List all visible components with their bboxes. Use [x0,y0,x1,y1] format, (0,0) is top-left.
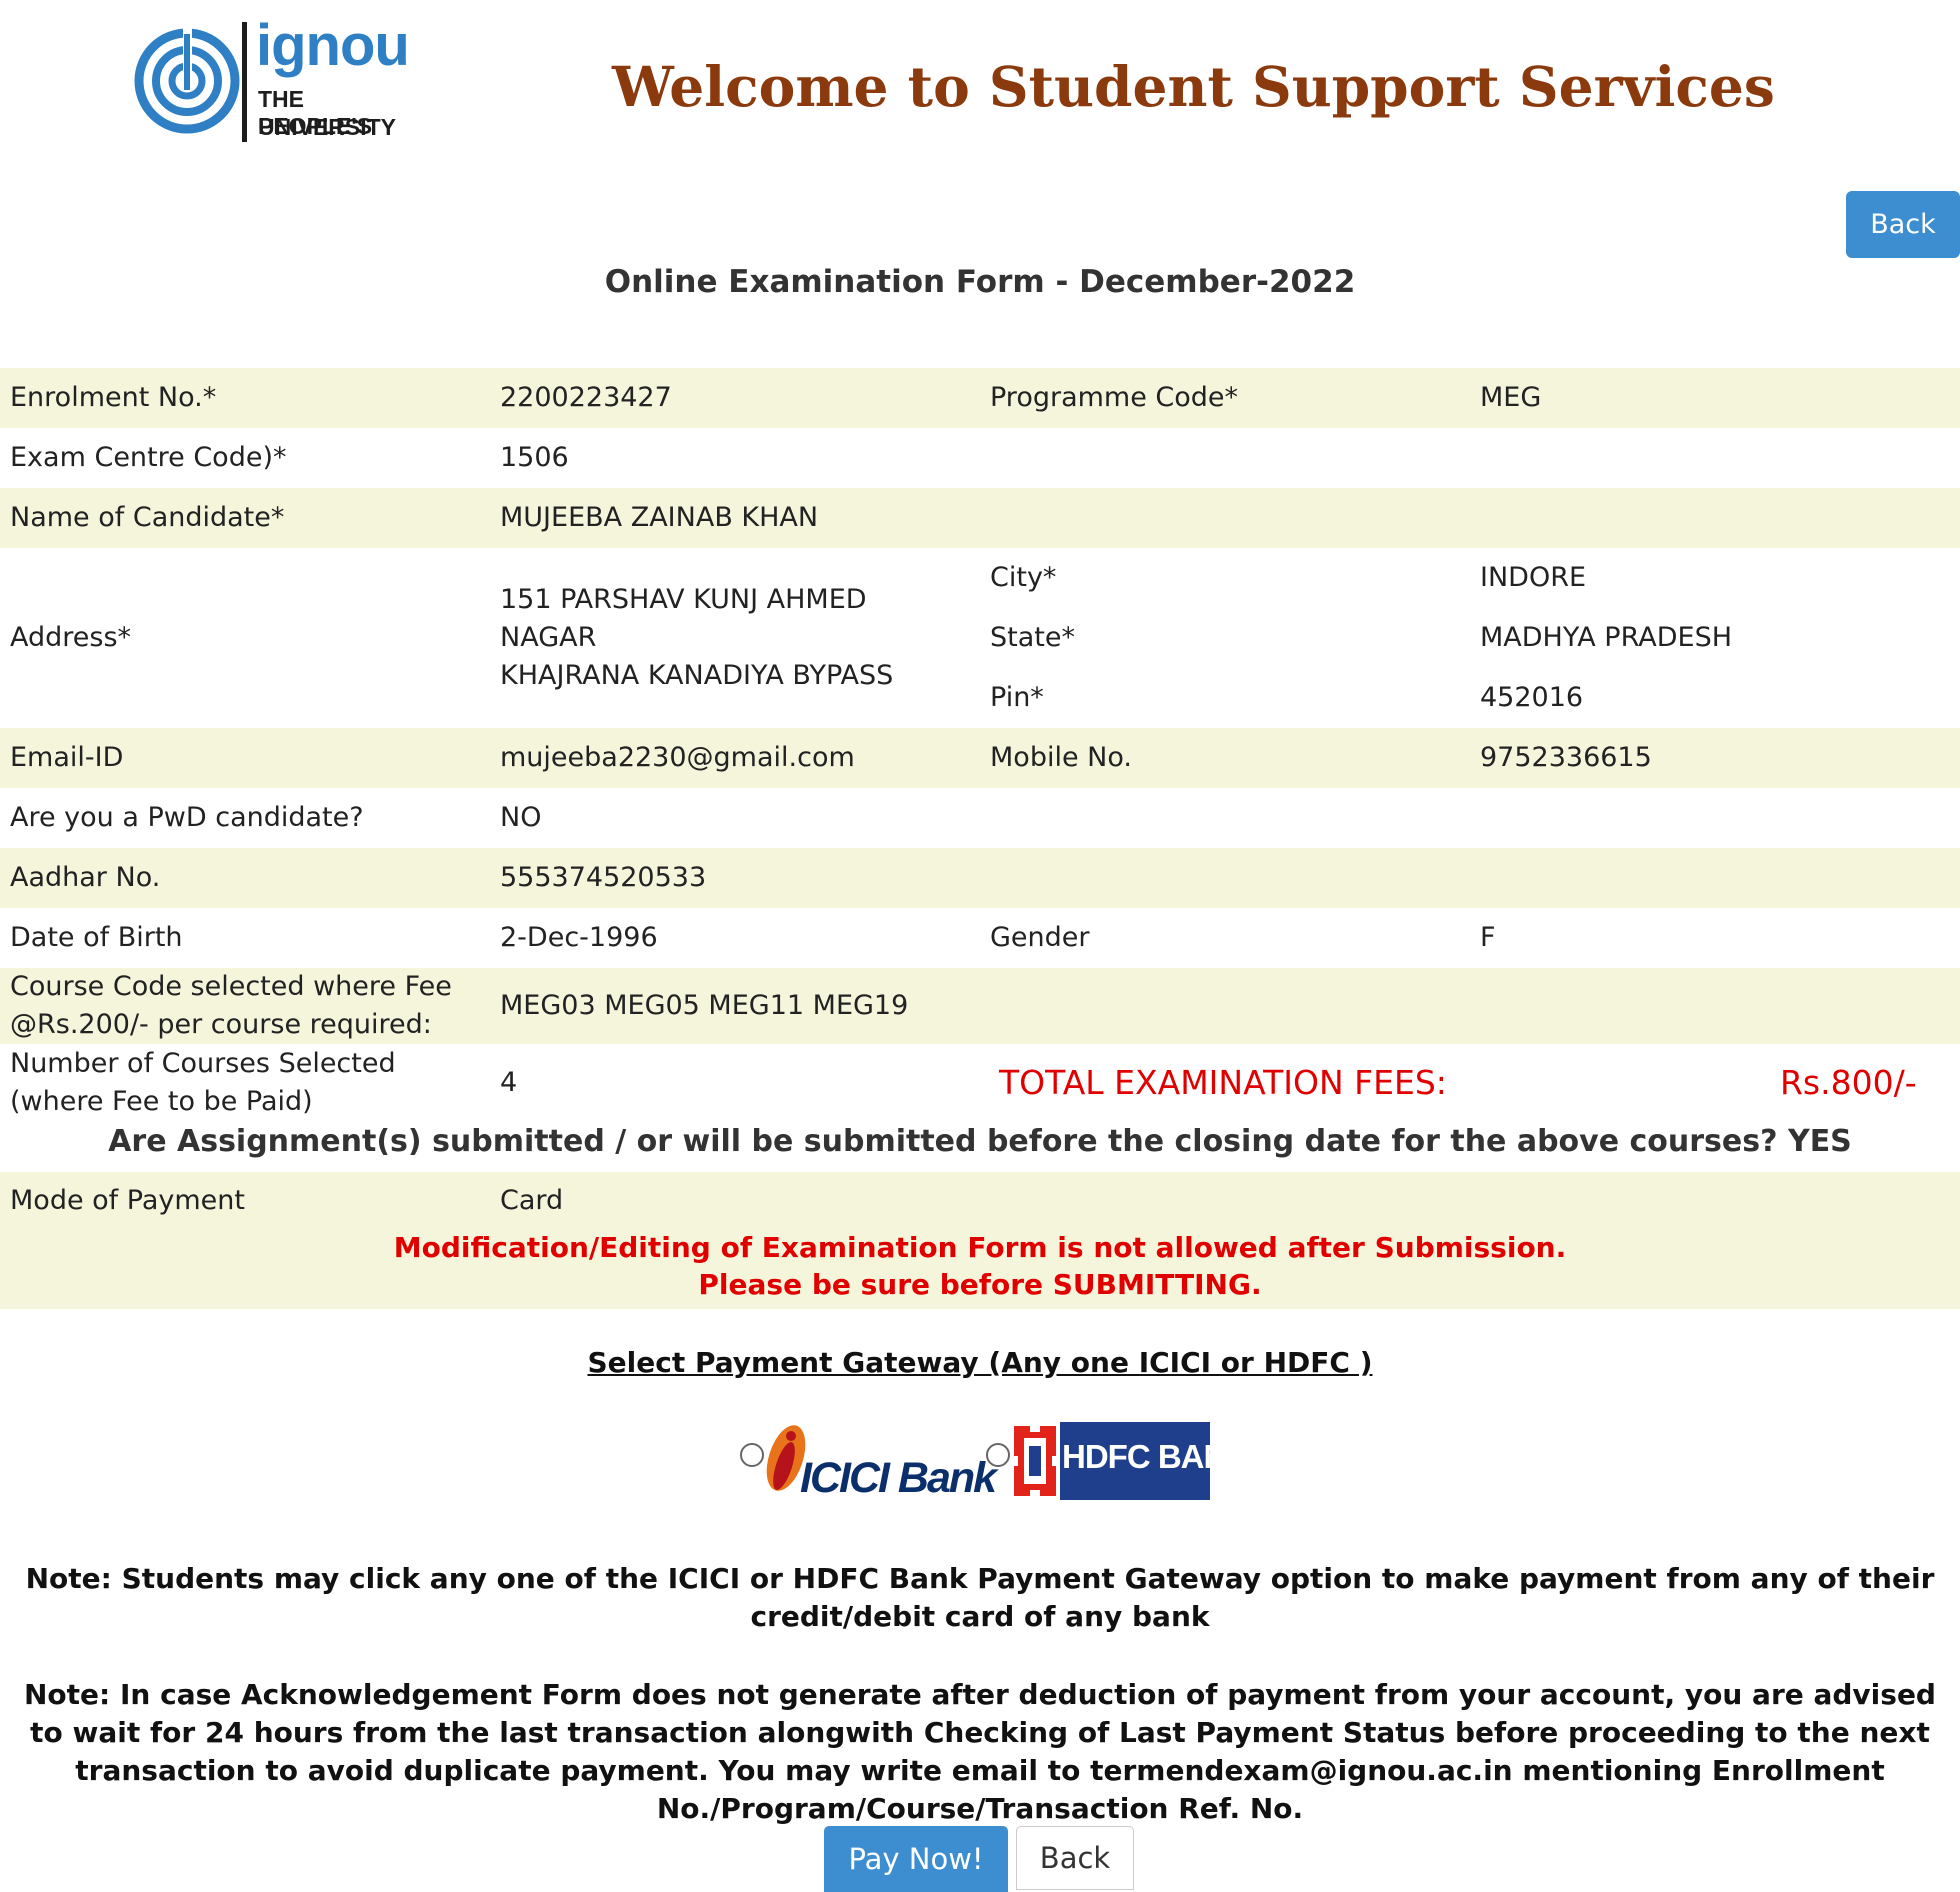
row-enrolment: Enrolment No.* 2200223427 Programme Code… [0,368,1960,428]
mobile-label: Mobile No. [990,742,1132,773]
pin-row: Pin* 452016 [990,668,1960,728]
warning-line-2: Please be sure before SUBMITTING. [698,1268,1262,1301]
num-courses-label-line-2: (where Fee to be Paid) [10,1086,313,1117]
gender-value: F [1480,922,1496,953]
ignou-logo: ignou THE PEOPLE'S UNIVERSITY [132,13,410,146]
pwd-label: Are you a PwD candidate? [10,802,364,833]
submission-warning: Modification/Editing of Examination Form… [0,1229,1960,1309]
candidate-name-value: MUJEEBA ZAINAB KHAN [500,502,819,533]
logo-divider [242,22,247,142]
payment-mode-label: Mode of Payment [10,1184,245,1216]
total-fees-value: Rs.800/- [1780,1063,1917,1102]
candidate-name-label: Name of Candidate* [10,502,285,533]
pin-label: Pin* [990,682,1044,713]
num-courses-value: 4 [500,1067,518,1098]
address-line-2: NAGAR [500,622,597,653]
pwd-value: NO [500,802,542,833]
form-title: Online Examination Form - December-2022 [604,264,1356,300]
address-label: Address* [10,622,132,653]
state-value: MADHYA PRADESH [1480,622,1733,653]
course-codes-label: Course Code selected where Fee @Rs.200/-… [10,968,490,1044]
course-codes-label-line-1: Course Code selected where Fee [10,971,452,1002]
course-codes-label-line-2: @Rs.200/- per course required: [10,1009,432,1040]
dob-label: Date of Birth [10,922,183,953]
back-button-bottom[interactable]: Back [1016,1826,1134,1890]
course-codes-value: MEG03 MEG05 MEG11 MEG19 [500,990,909,1021]
address-line-1: 151 PARSHAV KUNJ AHMED [500,584,867,615]
icici-wordmark: ICICI Bank [800,1454,997,1502]
logo-wordmark: ignou [256,13,410,78]
city-row: City* INDORE [990,548,1960,608]
aadhar-label: Aadhar No. [10,862,161,893]
row-aadhar: Aadhar No. 555374520533 [0,848,1960,908]
row-course-codes: Course Code selected where Fee @Rs.200/-… [0,968,1960,1044]
row-payment-mode: Mode of Payment Card [0,1172,1960,1229]
row-address: Address* 151 PARSHAV KUNJ AHMED NAGAR KH… [0,548,1960,728]
row-email: Email-ID mujeeba2230@gmail.com Mobile No… [0,728,1960,788]
row-number-of-courses: Number of Courses Selected (where Fee to… [0,1044,1960,1122]
logo-tagline-2: UNIVERSITY [258,114,397,140]
candidate-details-table: Enrolment No.* 2200223427 Programme Code… [0,368,1960,1122]
icici-bank-logo[interactable]: ICICI Bank [760,1418,997,1506]
hdfc-wordmark: HDFC BANK [1062,1438,1250,1475]
num-courses-label: Number of Courses Selected (where Fee to… [10,1044,490,1122]
warning-line-1: Modification/Editing of Examination Form… [393,1231,1567,1264]
programme-code-label: Programme Code* [990,382,1239,413]
address-line-3: KHAJRANA KANADIYA BYPASS [500,660,894,691]
row-exam-centre: Exam Centre Code)* 1506 [0,428,1960,488]
row-pwd: Are you a PwD candidate? NO [0,788,1960,848]
state-label: State* [990,622,1075,653]
assignment-statement: Are Assignment(s) submitted / or will be… [108,1124,1852,1159]
pay-now-button[interactable]: Pay Now! [824,1826,1008,1892]
address-value: 151 PARSHAV KUNJ AHMED NAGAR KHAJRANA KA… [500,548,980,728]
gender-label: Gender [990,922,1090,953]
payment-mode-value: Card [500,1184,564,1216]
hdfc-radio[interactable] [986,1443,1010,1467]
enrolment-value: 2200223427 [500,382,672,413]
page-heading: Welcome to Student Support Services [612,54,1775,119]
num-courses-label-line-1: Number of Courses Selected [10,1048,396,1079]
aadhar-value: 555374520533 [500,862,707,893]
gateway-note: Note: Students may click any one of the … [25,1562,1935,1633]
pin-value: 452016 [1480,682,1584,713]
ignou-emblem-icon [134,26,240,134]
back-button-top[interactable]: Back [1846,191,1960,258]
hdfc-emblem-icon [1010,1422,1060,1500]
exam-centre-value: 1506 [500,442,569,473]
city-value: INDORE [1480,562,1587,593]
mobile-value: 9752336615 [1480,742,1652,773]
state-row: State* MADHYA PRADESH [990,608,1960,668]
acknowledgement-note: Note: In case Acknowledgement Form does … [24,1678,1936,1825]
payment-gateway-title: Select Payment Gateway (Any one ICICI or… [587,1346,1373,1379]
enrolment-label: Enrolment No.* [10,382,217,413]
email-value: mujeeba2230@gmail.com [500,742,855,773]
row-dob: Date of Birth 2-Dec-1996 Gender F [0,908,1960,968]
exam-centre-label: Exam Centre Code)* [10,442,287,473]
dob-value: 2-Dec-1996 [500,922,658,953]
hdfc-bank-logo[interactable]: HDFC BANK [1010,1422,1250,1500]
email-label: Email-ID [10,742,124,773]
city-label: City* [990,562,1057,593]
programme-code-value: MEG [1480,382,1542,413]
address-details: City* INDORE State* MADHYA PRADESH Pin* … [990,548,1960,728]
row-candidate-name: Name of Candidate* MUJEEBA ZAINAB KHAN [0,488,1960,548]
total-fees-label: TOTAL EXAMINATION FEES: [999,1063,1447,1102]
